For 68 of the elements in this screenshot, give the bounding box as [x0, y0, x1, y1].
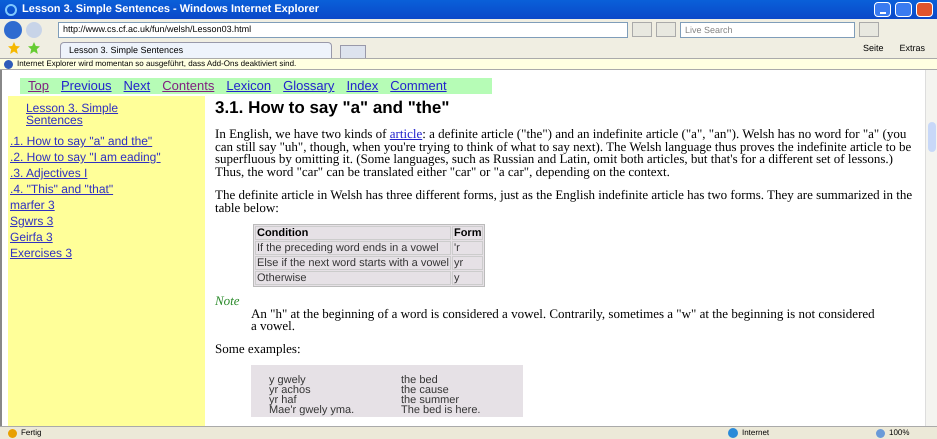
refresh-button[interactable] — [632, 22, 652, 37]
column-header: Form — [452, 226, 484, 240]
back-button[interactable] — [4, 20, 22, 38]
new-tab-button[interactable] — [340, 45, 366, 58]
info-icon — [4, 60, 13, 68]
stop-button[interactable] — [656, 22, 676, 37]
star-icon[interactable] — [8, 42, 20, 54]
sidebar-title-link[interactable]: Lesson 3. Simple Sentences — [26, 102, 166, 126]
article-link[interactable]: article — [390, 126, 422, 141]
example-text: Mae'r gwely yma. — [269, 405, 356, 415]
zoom-icon — [876, 428, 885, 438]
search-button[interactable] — [859, 22, 879, 37]
example-text: yr achos — [269, 385, 312, 395]
sidebar-link[interactable]: .2. How to say "I am eading" — [10, 151, 170, 164]
column-header: Condition — [255, 226, 451, 240]
nav-link[interactable]: Top — [28, 76, 49, 96]
table-cell: If the preceding word ends in a vowel — [255, 241, 451, 255]
forward-button[interactable] — [26, 22, 42, 38]
paragraph: In English, we have two kinds of article: a definite article ("the") and an indefinite article ("a", "an"). Welsh has no word for "a" (you can still say "uh", though, when you're trying to think of what to say next). The Welsh language thus proves the indefinite article to be superfluous by omitting it. (Some languages, such as Russian and Latin, omit both articles, but that's for a different set of lessons.) Thus, the word "car" can be translated either "car" or "a car", depending on the context. — [215, 128, 912, 178]
zone-text: Internet — [742, 427, 770, 439]
nav-link[interactable]: Lexicon — [226, 76, 272, 96]
table-cell: 'r — [452, 241, 484, 255]
example-text: y gwely — [269, 375, 306, 385]
example-text: yr haf — [269, 395, 298, 405]
sidebar-link[interactable]: .3. Adjectives I — [10, 167, 170, 180]
address-field[interactable]: http://www.cs.cf.ac.uk/fun/welsh/Lesson03.html — [58, 22, 628, 38]
section-heading: 3.1. How to say "a" and "the" — [215, 98, 450, 118]
example-text: the cause — [401, 385, 450, 395]
info-bar[interactable]: Internet Explorer wird momentan so ausgeführt, dass Add-Ons deaktiviert sind. — [0, 58, 937, 70]
nav-link[interactable]: Index — [346, 76, 378, 96]
sidebar-link[interactable]: Geirfa 3 — [10, 231, 170, 244]
note-text: An "h" at the beginning of a word is considered a vowel. Contrarily, sometimes a "w" at the beginning is not considered a vowel. — [251, 308, 876, 332]
sidebar-link[interactable]: marfer 3 — [10, 199, 170, 212]
status-text: Fertig — [21, 427, 42, 439]
example-text: The bed is here. — [401, 405, 482, 415]
minimize-button[interactable] — [874, 2, 891, 17]
sidebar-link[interactable]: .1. How to say "a" and the" — [10, 135, 170, 148]
paragraph: Some examples: — [215, 342, 302, 355]
maximize-button[interactable] — [895, 2, 912, 17]
command-button[interactable]: Extras — [895, 42, 929, 55]
sidebar-link[interactable]: .4. "This" and "that" — [10, 183, 170, 196]
example-text: the summer — [401, 395, 460, 405]
table-cell: y — [452, 271, 484, 285]
window-title: Lesson 3. Simple Sentences - Windows Internet Explorer — [22, 2, 320, 18]
add-favorite-icon[interactable] — [28, 42, 40, 54]
zoom-level[interactable]: 100% — [889, 427, 929, 439]
table-cell: yr — [452, 256, 484, 270]
nav-link[interactable]: Comment — [390, 76, 447, 96]
scrollbar[interactable] — [925, 70, 937, 426]
info-text: Internet Explorer wird momentan so ausgeführt, dass Add-Ons deaktiviert sind. — [17, 60, 296, 68]
note-label: Note — [215, 295, 241, 308]
nav-link[interactable]: Next — [124, 76, 150, 96]
search-field[interactable]: Live Search — [680, 22, 855, 38]
browser-tab[interactable]: Lesson 3. Simple Sentences — [60, 42, 332, 58]
nav-link[interactable]: Contents — [162, 76, 214, 96]
table-cell: Otherwise — [255, 271, 451, 285]
globe-icon — [728, 428, 738, 438]
command-button[interactable]: Seite — [858, 42, 888, 55]
browser-logo-icon — [4, 2, 18, 16]
nav-link[interactable]: Previous — [60, 76, 112, 96]
close-button[interactable] — [916, 2, 933, 17]
example-text: the bed — [401, 375, 439, 385]
table-cell: Else if the next word starts with a vowel — [255, 256, 451, 270]
sidebar-link[interactable]: Exercises 3 — [10, 247, 170, 260]
status-icon — [8, 428, 17, 438]
paragraph: The definite article in Welsh has three different forms, just as the English indefinite article has two forms. They are summarized in the table below: — [215, 189, 914, 214]
sidebar-link[interactable]: Sgwrs 3 — [10, 215, 170, 228]
nav-link[interactable]: Glossary — [283, 76, 334, 96]
